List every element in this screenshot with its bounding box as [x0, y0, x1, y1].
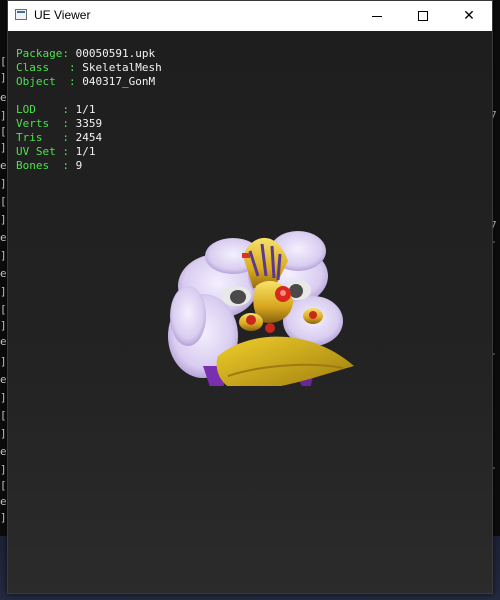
package-value: 00050591.upk [75, 47, 156, 60]
lod-label: LOD [16, 103, 36, 116]
object-label: Object [16, 75, 56, 88]
title-bar[interactable]: UE Viewer ✕ [8, 1, 492, 31]
info-class: Class : SkeletalMesh [16, 61, 162, 74]
class-label: Class [16, 61, 50, 74]
window-title: UE Viewer [34, 8, 91, 22]
info-tris: Tris : 2454 [16, 131, 103, 144]
tris-label: Tris [16, 131, 43, 144]
info-uvset: UV Set : 1/1 [16, 145, 96, 158]
tris-value: 2454 [75, 131, 103, 144]
close-button[interactable]: ✕ [446, 1, 492, 31]
maximize-icon [418, 11, 428, 21]
uvset-value: 1/1 [75, 145, 96, 158]
ue-viewer-window[interactable]: UE Viewer ✕ Package: 00050591.upk Class … [7, 0, 493, 594]
bones-value: 9 [75, 159, 83, 172]
package-label: Package [16, 47, 63, 60]
verts-value: 3359 [75, 117, 103, 130]
lion-head-mesh[interactable] [158, 216, 358, 386]
uvset-label: UV Set [16, 145, 56, 158]
info-package: Package: 00050591.upk [16, 47, 156, 60]
verts-label: Verts [16, 117, 50, 130]
info-verts: Verts : 3359 [16, 117, 103, 130]
minimize-button[interactable] [354, 1, 400, 31]
info-lod: LOD : 1/1 [16, 103, 96, 116]
close-icon: ✕ [463, 8, 475, 24]
mesh-info-overlay: Package: 00050591.upk Class : SkeletalMe… [16, 47, 162, 173]
lod-value: 1/1 [75, 103, 96, 116]
maximize-button[interactable] [400, 1, 446, 31]
class-value: SkeletalMesh [82, 61, 162, 74]
info-object: Object : 040317_GonM [16, 75, 156, 88]
mesh-viewport[interactable]: Package: 00050591.upk Class : SkeletalMe… [8, 31, 492, 593]
minimize-icon [372, 16, 382, 17]
object-value: 040317_GonM [82, 75, 156, 88]
info-bones: Bones : 9 [16, 159, 83, 172]
app-window-icon [15, 9, 27, 20]
bones-label: Bones [16, 159, 50, 172]
